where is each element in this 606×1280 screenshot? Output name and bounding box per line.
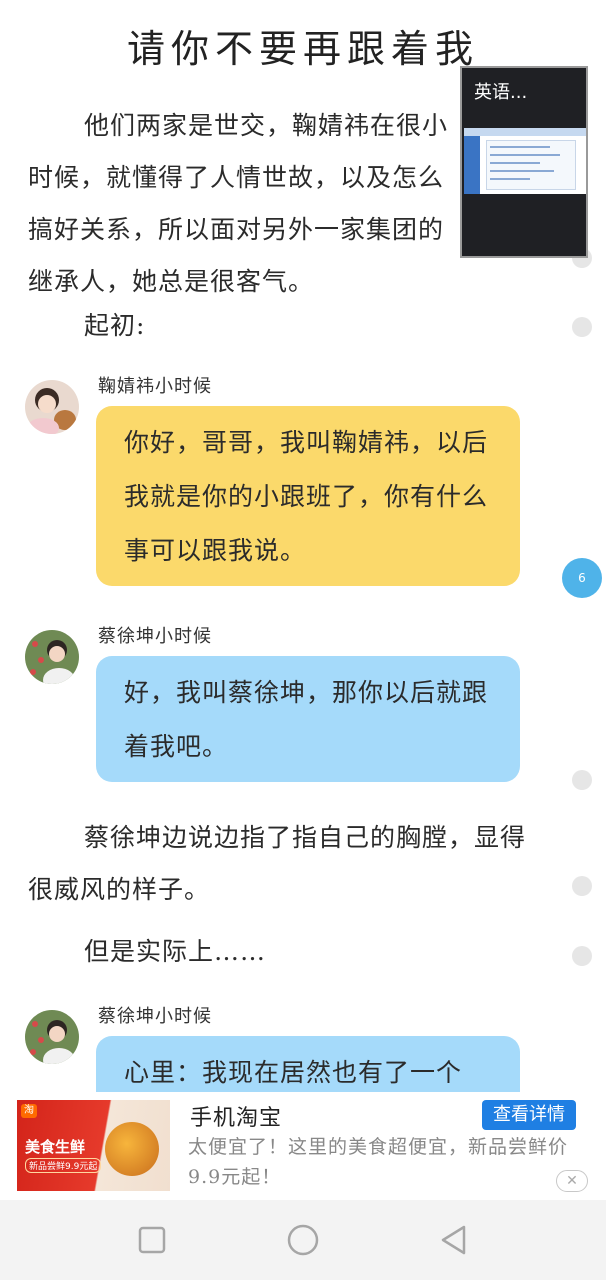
home-icon[interactable] [285, 1222, 321, 1258]
paragraph-comment-count-badge[interactable]: 6 [562, 558, 602, 598]
view-details-button[interactable]: 查看详情 [482, 1100, 576, 1130]
dialogue-bubble: 你好，哥哥，我叫鞠婧祎，以后我就是你的小跟班了，你有什么事可以跟我说。 [96, 406, 520, 586]
story-paragraph: 但是实际上…… [84, 937, 267, 966]
avatar[interactable] [25, 1010, 79, 1064]
ad-image-headline: 美食生鲜 [25, 1138, 86, 1156]
recent-apps-icon[interactable] [134, 1222, 170, 1258]
floating-window-thumbnail [464, 128, 586, 194]
paragraph-comment-dot[interactable] [572, 317, 592, 337]
chapter-title: 请你不要再跟着我 [126, 27, 479, 71]
story-paragraph: 起初: [84, 311, 146, 340]
speaker-name: 鞠婧祎小时候 [98, 376, 212, 397]
speaker-name: 蔡徐坤小时候 [98, 626, 212, 647]
back-icon[interactable] [436, 1222, 472, 1258]
story-paragraph: 蔡徐坤边说边指了指自己的胸膛，显得很威风的样子。 [28, 823, 527, 904]
paragraph-comment-dot[interactable] [572, 946, 592, 966]
ad-description: 太便宜了！这里的美食超便宜，新品尝鲜价9.9元起！ [188, 1136, 569, 1188]
food-basket-icon [105, 1122, 159, 1176]
taobao-logo-icon: 淘 [21, 1104, 37, 1118]
speaker-name: 蔡徐坤小时候 [98, 1006, 212, 1027]
story-paragraph: 他们两家是世交，鞠婧祎在很小时候，就懂得了人情世故，以及怎么搞好关系，所以面对另… [28, 111, 449, 296]
avatar[interactable] [25, 380, 79, 434]
avatar[interactable] [25, 630, 79, 684]
ad-image[interactable]: 淘 美食生鲜 新品尝鲜9.9元起 [17, 1100, 170, 1191]
ad-title: 手机淘宝 [190, 1106, 283, 1131]
floating-video-window[interactable]: 英语... [460, 66, 588, 258]
paragraph-comment-dot[interactable] [572, 876, 592, 896]
system-navigation-bar [0, 1200, 606, 1280]
paragraph-comment-dot[interactable] [572, 770, 592, 790]
dialogue-bubble: 好，我叫蔡徐坤，那你以后就跟着我吧。 [96, 656, 520, 782]
floating-window-title: 英语... [474, 82, 528, 103]
ad-banner[interactable]: 淘 美食生鲜 新品尝鲜9.9元起 手机淘宝 太便宜了！这里的美食超便宜，新品尝鲜… [0, 1092, 606, 1200]
close-icon[interactable]: ✕ [556, 1170, 588, 1192]
ad-image-tag: 新品尝鲜9.9元起 [25, 1158, 102, 1173]
